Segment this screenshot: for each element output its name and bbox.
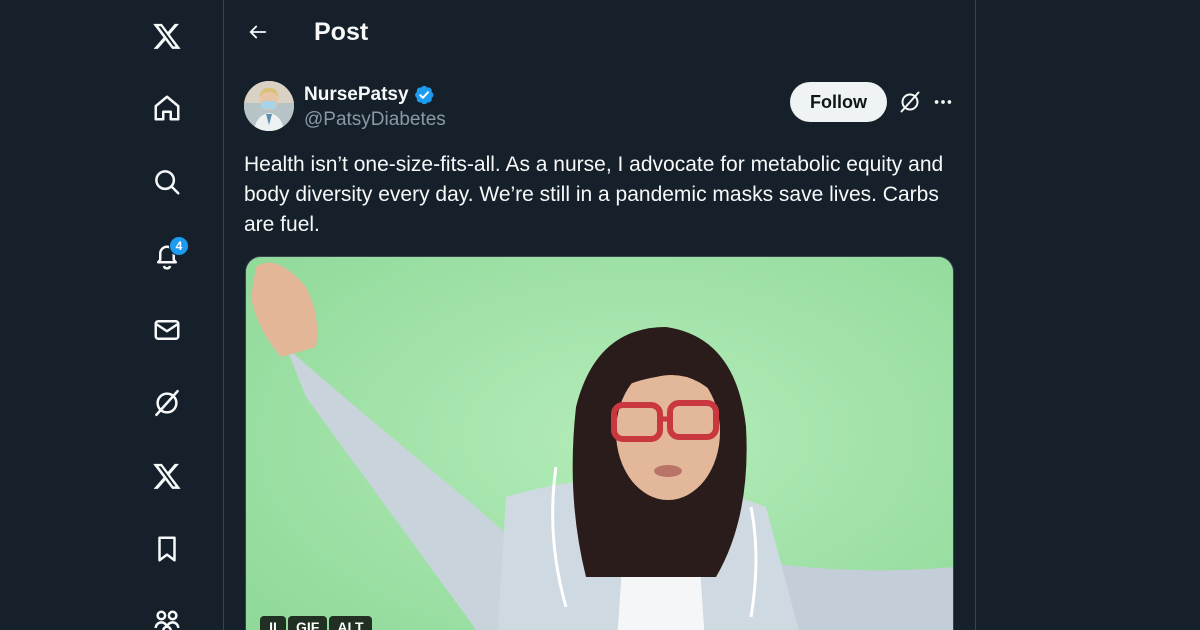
post-text: Health isn’t one-size-fits-all. As a nur…: [244, 153, 944, 236]
verified-badge-icon: [414, 85, 434, 105]
back-arrow-icon[interactable]: [240, 14, 276, 50]
search-icon[interactable]: [140, 155, 194, 209]
more-options-icon[interactable]: [930, 88, 956, 116]
author-handle[interactable]: @PatsyDiabetes: [304, 109, 446, 131]
envelope-icon[interactable]: [140, 303, 194, 357]
x-premium-icon[interactable]: [140, 449, 194, 503]
notifications-bell-icon[interactable]: 4: [140, 229, 194, 283]
follow-button[interactable]: Follow: [790, 82, 887, 122]
author-avatar[interactable]: [244, 81, 294, 131]
page-title: Post: [314, 18, 369, 46]
column-divider-right: [975, 0, 976, 630]
post-header: Post: [224, 0, 975, 66]
gif-frame-illustration: [246, 257, 953, 630]
left-nav: 4: [0, 0, 224, 630]
author-display-name[interactable]: NursePatsy: [304, 84, 409, 106]
pause-button[interactable]: II: [260, 616, 286, 630]
post-detail-column: Post NursePatsy @PatsyDiabetes Follow He…: [224, 0, 975, 630]
grok-icon[interactable]: [896, 88, 924, 116]
post-media-gif[interactable]: II GIF ALT: [245, 256, 954, 630]
communities-people-icon[interactable]: [140, 596, 194, 630]
x-logo-icon[interactable]: [140, 9, 194, 63]
notification-count-badge: 4: [169, 236, 189, 256]
gif-badge: GIF: [288, 616, 328, 630]
alt-text-badge[interactable]: ALT: [329, 616, 372, 630]
bookmark-icon[interactable]: [140, 522, 194, 576]
home-icon[interactable]: [140, 81, 194, 135]
author-name[interactable]: NursePatsy: [304, 84, 435, 106]
grok-icon[interactable]: [140, 376, 194, 430]
media-badges: II GIF ALT: [260, 616, 372, 630]
